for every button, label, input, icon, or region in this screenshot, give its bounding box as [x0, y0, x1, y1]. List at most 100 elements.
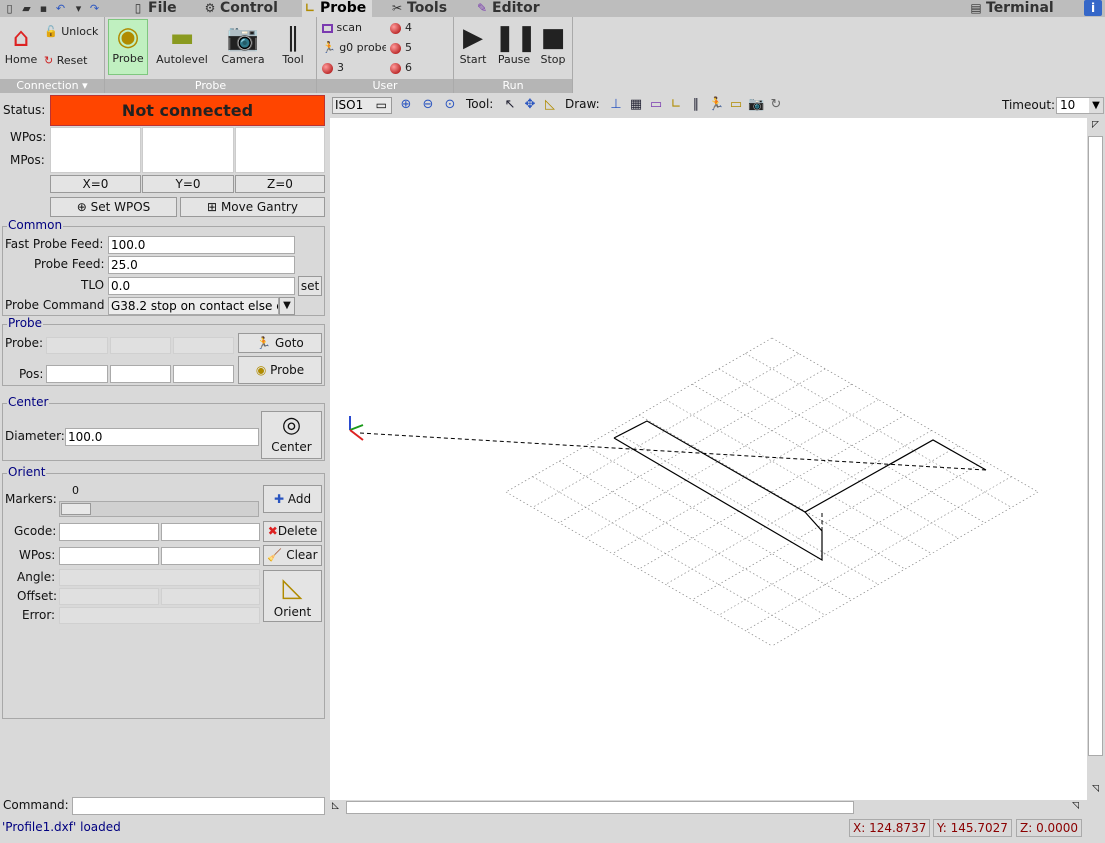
slider-handle[interactable]	[61, 503, 91, 515]
diameter-input[interactable]: 100.0	[65, 428, 259, 446]
user-button-5[interactable]: 5	[390, 39, 412, 57]
center-button[interactable]: ◎ Center	[261, 411, 322, 459]
g0-probe-button[interactable]: 🏃 g0 probe	[322, 39, 386, 57]
grid-line	[532, 353, 799, 508]
ribbon: ⌂ Home 🔓 Unlock ↻ Reset Connection ▾ ◉ P…	[0, 17, 1105, 93]
tool-button[interactable]: ∥ Tool	[273, 21, 313, 66]
margins-icon[interactable]: ▭	[648, 97, 664, 113]
save-icon[interactable]: ▪	[37, 2, 50, 15]
probe-result-label: Probe:	[5, 336, 44, 350]
tab-tools[interactable]: ✂ Tools	[389, 0, 447, 17]
wpos-x-input[interactable]	[59, 547, 159, 565]
unlock-button[interactable]: 🔓 Unlock	[44, 23, 98, 41]
gcode-x-input[interactable]	[59, 523, 159, 541]
new-file-icon[interactable]: ▯	[3, 2, 16, 15]
pan-icon[interactable]: ✥	[522, 97, 538, 113]
view-select[interactable]: ISO1 ▭	[332, 97, 392, 114]
start-button[interactable]: ▶ Start	[454, 21, 492, 66]
pos-z-input[interactable]	[173, 365, 234, 383]
markers-slider[interactable]	[59, 501, 259, 517]
redo-icon[interactable]: ↷	[88, 2, 101, 15]
probe-feed-input[interactable]: 25.0	[108, 256, 295, 274]
tab-editor[interactable]: ✎ Editor	[474, 0, 540, 17]
user-group: scan 🏃 g0 probe 3 4 5 6 User	[317, 17, 453, 93]
zoom-in-icon[interactable]: ⊕	[398, 97, 414, 113]
scroll-up-icon[interactable]: ◸	[1089, 120, 1102, 132]
tab-file[interactable]: ▯ File	[130, 0, 177, 17]
vertical-scroll-thumb[interactable]	[1088, 136, 1103, 756]
x-coordinate: X: 124.8737	[849, 819, 931, 837]
scan-button[interactable]: scan	[322, 19, 362, 37]
command-input[interactable]	[72, 797, 325, 815]
tool-label-text: Tool:	[466, 97, 494, 111]
add-marker-button[interactable]: ✚ Add	[263, 485, 322, 513]
set-wpos-button[interactable]: ⊕ Set WPOS	[50, 197, 177, 217]
undo-dropdown-icon[interactable]: ▾	[72, 2, 85, 15]
goto-label: Goto	[275, 336, 304, 350]
user-button-3[interactable]: 3	[322, 59, 344, 77]
pause-button[interactable]: ❚❚ Pause	[494, 21, 538, 66]
gcode-canvas[interactable]	[330, 118, 1087, 801]
vertical-scrollbar[interactable]: ◸ ◹	[1087, 118, 1105, 801]
paths-icon[interactable]: ▭	[728, 97, 744, 113]
probe-draw-icon[interactable]: ∟	[668, 97, 684, 113]
tlo-input[interactable]: 0.0	[108, 277, 295, 295]
reset-button[interactable]: ↻ Reset	[44, 52, 87, 70]
info-icon[interactable]: i	[1084, 0, 1102, 16]
tab-terminal-label: Terminal	[986, 0, 1054, 16]
gcode-y-input[interactable]	[161, 523, 260, 541]
zero-z-button[interactable]: Z=0	[235, 175, 325, 193]
rapid-moves-icon[interactable]: 🏃	[708, 97, 724, 113]
horizontal-scroll-thumb[interactable]	[346, 801, 854, 814]
connection-group-label[interactable]: Connection ▾	[0, 79, 104, 93]
horizontal-scrollbar[interactable]: ◺ ◹	[330, 800, 1105, 816]
chevron-down-icon[interactable]: ▼	[279, 297, 295, 315]
pos-y-input[interactable]	[110, 365, 171, 383]
clear-markers-button[interactable]: 🧹 Clear	[263, 545, 322, 566]
fast-probe-feed-input[interactable]: 100.0	[108, 236, 295, 254]
wpos-y-input[interactable]	[161, 547, 260, 565]
user-button-3-label: 3	[337, 61, 344, 74]
timeout-label: Timeout:	[1002, 98, 1056, 112]
zoom-out-icon[interactable]: ⊖	[420, 97, 436, 113]
stop-icon: ■	[540, 23, 566, 53]
zero-x-button[interactable]: X=0	[50, 175, 141, 193]
camera-button[interactable]: 📷 Camera	[218, 21, 268, 66]
probe-mode-button[interactable]: ◉ Probe	[108, 19, 148, 75]
tab-control[interactable]: ⚙ Control	[202, 0, 278, 17]
home-button[interactable]: ⌂ Home	[2, 21, 40, 66]
timeout-spinbox[interactable]: 10 ▼	[1056, 97, 1104, 114]
user-button-6[interactable]: 6	[390, 59, 412, 77]
user-button-4[interactable]: 4	[390, 19, 412, 37]
grid-icon[interactable]: ▦	[628, 97, 644, 113]
orient-button[interactable]: ◺ Orient	[263, 570, 322, 622]
undo-icon[interactable]: ↶	[54, 2, 67, 15]
tab-tools-label: Tools	[407, 0, 448, 16]
chevron-down-icon[interactable]: ▼	[1089, 98, 1103, 113]
tab-probe[interactable]: ∟ Probe	[302, 0, 373, 17]
probe-run-button[interactable]: ◉ Probe	[238, 356, 322, 384]
probe-command-label: Probe Command	[5, 298, 105, 312]
zero-y-button[interactable]: Y=0	[142, 175, 234, 193]
delete-marker-button[interactable]: ✖Delete	[263, 521, 322, 542]
scroll-left-icon[interactable]: ◺	[332, 801, 344, 814]
goto-button[interactable]: 🏃 Goto	[238, 333, 322, 353]
redraw-icon[interactable]: ↻	[768, 97, 784, 113]
move-gantry-button[interactable]: ⊞ Move Gantry	[180, 197, 325, 217]
autolevel-button[interactable]: ▬ Autolevel	[154, 21, 210, 66]
axes-gizmo	[349, 416, 364, 441]
open-folder-icon[interactable]: ▰	[20, 2, 33, 15]
scroll-right-icon[interactable]: ◹	[1072, 801, 1084, 814]
pos-x-input[interactable]	[46, 365, 108, 383]
ruler-icon[interactable]: ◺	[542, 97, 558, 113]
tlo-set-button[interactable]: set	[298, 276, 322, 296]
select-arrow-icon[interactable]: ↖	[502, 97, 518, 113]
stop-button[interactable]: ■ Stop	[535, 21, 571, 66]
probe-command-select[interactable]: G38.2 stop on contact else error	[108, 297, 279, 315]
camera-draw-icon[interactable]: 📷	[748, 97, 764, 113]
tab-terminal[interactable]: ▤ Terminal	[968, 0, 1054, 17]
scroll-down-icon[interactable]: ◹	[1089, 784, 1102, 796]
zoom-fit-icon[interactable]: ⊙	[442, 97, 458, 113]
workarea-icon[interactable]: ∥	[688, 97, 704, 113]
axes-icon[interactable]: ⊥	[608, 97, 624, 113]
